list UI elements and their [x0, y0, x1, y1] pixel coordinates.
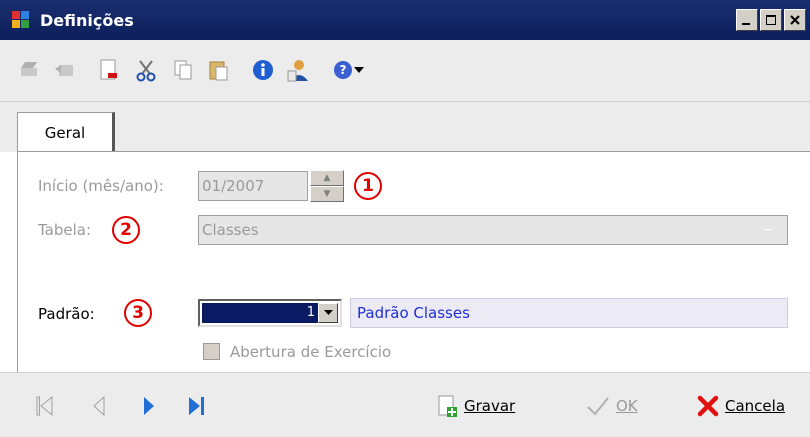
gravar-label: Gravar	[464, 397, 516, 415]
cancela-label: Cancela	[725, 397, 786, 415]
ok-label: OK	[616, 397, 638, 415]
next-record-icon[interactable]	[138, 395, 160, 417]
ok-button[interactable]: OK	[586, 393, 638, 419]
callout-badge-2: 2	[112, 216, 140, 244]
undo-disabled-icon[interactable]	[52, 57, 78, 83]
inicio-input[interactable]: 01/2007	[198, 171, 308, 201]
callout-badge-1: 1	[354, 172, 382, 200]
callout-badge-3: 3	[124, 299, 152, 327]
abertura-label: Abertura de Exercício	[230, 343, 392, 361]
last-record-icon[interactable]	[186, 395, 208, 417]
paste-icon[interactable]	[206, 57, 232, 83]
inicio-spinner[interactable]: ▲ ▼	[310, 170, 344, 202]
copy-icon[interactable]	[170, 57, 196, 83]
help-dropdown-icon[interactable]	[352, 57, 366, 83]
minimize-button[interactable]	[736, 9, 758, 31]
tabela-clear-icon	[763, 229, 773, 230]
tabela-label: Tabela:	[38, 221, 92, 239]
padrao-description: Padrão Classes	[350, 298, 788, 328]
toolbar: ?	[0, 40, 810, 102]
cut-icon[interactable]	[133, 57, 159, 83]
tab-geral[interactable]: Geral	[17, 112, 115, 153]
minimize-icon	[742, 23, 750, 25]
padrao-selected-value: 1	[201, 302, 319, 324]
spin-down-icon[interactable]: ▼	[310, 186, 344, 202]
tab-strip: Geral	[0, 102, 810, 153]
chevron-down-icon[interactable]	[318, 303, 338, 323]
tabela-value: Classes	[202, 221, 259, 239]
bottom-bar: Gravar OK Cancela	[0, 372, 810, 437]
first-record-icon[interactable]	[34, 395, 56, 417]
cancela-button[interactable]: Cancela	[697, 393, 785, 419]
title-bar[interactable]: Definições	[0, 0, 810, 40]
tabela-input[interactable]: Classes	[198, 215, 788, 245]
app-icon	[12, 11, 30, 29]
spin-up-icon[interactable]: ▲	[310, 170, 344, 186]
padrao-label: Padrão:	[38, 305, 95, 323]
gravar-button[interactable]: Gravar	[436, 393, 515, 419]
cancel-x-icon	[697, 395, 719, 417]
info-icon[interactable]	[250, 57, 276, 83]
save-disabled-icon[interactable]	[18, 57, 44, 83]
svg-text:?: ?	[340, 63, 347, 77]
padrao-combobox[interactable]: 1	[198, 299, 342, 327]
previous-record-icon[interactable]	[88, 395, 110, 417]
maximize-button[interactable]	[760, 9, 782, 31]
tab-geral-label: Geral	[44, 124, 86, 142]
window-title: Definições	[40, 10, 134, 30]
close-icon	[790, 15, 800, 25]
new-icon[interactable]	[95, 57, 121, 83]
save-icon	[438, 395, 457, 417]
check-icon	[587, 397, 609, 416]
inicio-label: Início (mês/ano):	[38, 177, 164, 195]
abertura-checkbox[interactable]	[203, 343, 220, 360]
maximize-icon	[766, 15, 776, 25]
close-button[interactable]	[784, 9, 806, 31]
user-icon[interactable]	[285, 57, 311, 83]
inicio-value: 01/2007	[202, 177, 265, 195]
